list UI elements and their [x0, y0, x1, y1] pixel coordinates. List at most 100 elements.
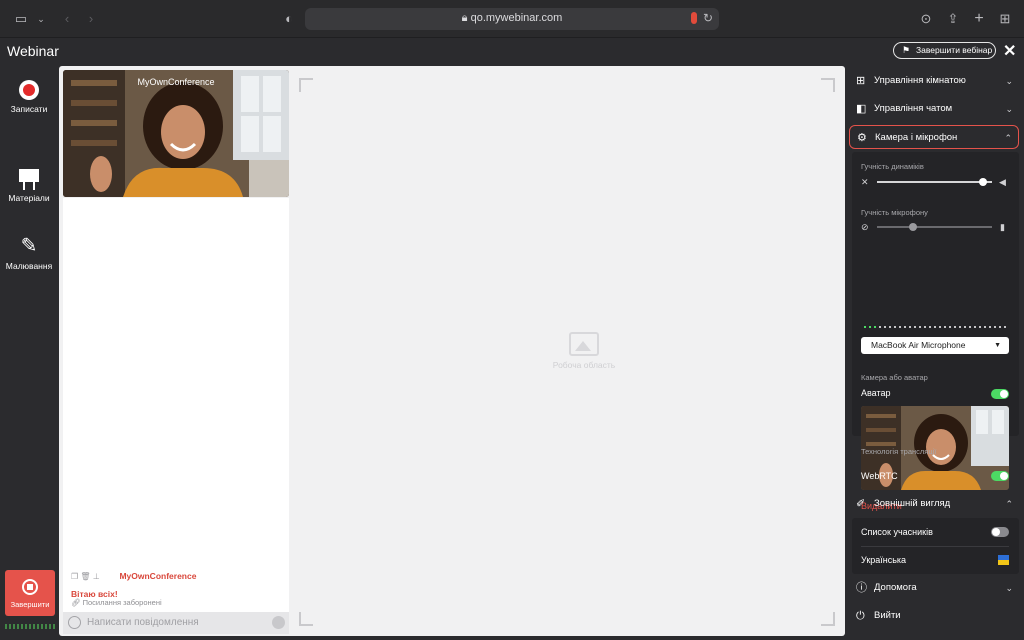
- help-icon: ⓘ: [856, 582, 867, 594]
- new-tab-icon[interactable]: +: [970, 10, 988, 28]
- video-frame-image: [63, 70, 289, 197]
- finish-flag-icon: ⚑: [902, 45, 911, 55]
- emoji-icon[interactable]: [68, 616, 81, 629]
- end-webinar-label: Завершити вебінар: [916, 45, 993, 55]
- reload-icon[interactable]: ↻: [703, 11, 713, 25]
- room-management-label: Управління кімнатою: [874, 75, 966, 86]
- corner-top-right: [821, 78, 835, 92]
- corner-top-left: [299, 78, 313, 92]
- finish-label: Завершити: [10, 600, 50, 609]
- chat-icon: ◧: [856, 103, 867, 115]
- drawing-button[interactable]: ✎ Малювання: [0, 234, 58, 271]
- materials-label: Матеріали: [8, 193, 50, 203]
- url-value: qo.mywebinar.com: [470, 12, 563, 24]
- help-label: Допомога: [874, 582, 917, 593]
- exit-label: Вийти: [874, 610, 901, 621]
- trash-icon[interactable]: 🗑︎: [80, 572, 90, 581]
- lock-icon: 🔒︎: [461, 12, 468, 24]
- record-button[interactable]: Записати: [0, 80, 58, 114]
- record-label: Записати: [10, 104, 48, 114]
- chat-message: ❐ 🗑︎ ⊥ MyOwnConference Вітаю всіх!: [71, 566, 285, 599]
- workspace: MyOwnConference ❐ 🗑︎ ⊥ MyOwnConference В…: [59, 66, 845, 636]
- browser-chrome: ▭ ⌄ ‹ › ◐ 🔒︎ qo.mywebinar.com ↻ ⊙ ⇪ + ⊞: [0, 0, 1024, 38]
- mic-icon: ▮: [1000, 222, 1005, 232]
- chevron-up-icon: ⌃: [1005, 499, 1013, 509]
- grid-icon: ⊞: [856, 75, 866, 87]
- divider: [861, 546, 1009, 547]
- links-forbidden-text: Посилання заборонені: [82, 598, 162, 607]
- download-icon[interactable]: ⊙: [917, 10, 935, 28]
- share-icon[interactable]: ⇪: [944, 10, 962, 28]
- slider-handle[interactable]: [978, 178, 987, 186]
- camera-mic-row[interactable]: ⚙ Камера і мікрофон ⌃: [849, 125, 1019, 149]
- slider-handle[interactable]: [909, 223, 918, 231]
- gear-icon: ⚙: [857, 132, 867, 144]
- finish-button[interactable]: Завершити: [5, 570, 55, 616]
- mic-device-select[interactable]: MacBook Air Microphone ▼: [861, 337, 1009, 354]
- language-label[interactable]: Українська: [861, 555, 906, 565]
- mic-volume-label: Гучність мікрофону: [861, 208, 928, 217]
- pen-icon: ✎: [20, 235, 38, 257]
- end-webinar-button[interactable]: ⚑ Завершити вебінар: [893, 42, 996, 59]
- pin-icon[interactable]: ⊥: [93, 572, 100, 581]
- speaker-volume-slider[interactable]: [877, 178, 992, 186]
- chat-input[interactable]: Написати повідомлення: [87, 617, 199, 628]
- appearance-section: Список учасників Українська: [852, 518, 1019, 574]
- close-icon[interactable]: ✕: [1003, 41, 1016, 61]
- chat-management-label: Управління чатом: [874, 103, 953, 114]
- audio-level-meter: [5, 624, 55, 629]
- participant-video[interactable]: MyOwnConference: [63, 70, 289, 197]
- tab-overview-icon[interactable]: ⊞: [996, 10, 1014, 28]
- mic-level-meter: [864, 326, 1009, 328]
- work-area[interactable]: Робоча область: [299, 78, 835, 626]
- forward-icon[interactable]: ›: [82, 10, 100, 28]
- appearance-row[interactable]: ✐ Зовнішній вигляд ⌃: [849, 492, 1019, 516]
- speaker-muted-icon: ✕: [861, 177, 869, 187]
- webrtc-toggle[interactable]: [991, 471, 1009, 481]
- copy-icon[interactable]: ❐: [71, 572, 78, 581]
- drawing-label: Малювання: [5, 261, 53, 271]
- address-bar[interactable]: 🔒︎ qo.mywebinar.com ↻: [305, 8, 719, 30]
- participant-name: MyOwnConference: [137, 77, 215, 87]
- settings-panel: ⊞ Управління кімнатою ⌄ ◧ Управління чат…: [849, 66, 1024, 640]
- easel-icon: [17, 166, 41, 190]
- room-management-row[interactable]: ⊞ Управління кімнатою ⌄: [849, 69, 1019, 93]
- dropdown-arrow-icon: ▼: [994, 342, 1001, 349]
- app-header: Webinar ⚑ Завершити вебінар ✕: [0, 38, 1024, 66]
- exit-row[interactable]: ⏻ Вийти: [849, 604, 1019, 628]
- camera-mic-label: Камера і мікрофон: [875, 132, 958, 143]
- materials-button[interactable]: Матеріали: [0, 166, 58, 203]
- url-text: 🔒︎ qo.mywebinar.com: [305, 12, 719, 25]
- app-title: Webinar: [7, 43, 59, 59]
- chevron-down-icon: ⌄: [1005, 76, 1013, 86]
- mic-muted-icon: ⊘: [861, 222, 869, 232]
- camera-mic-section: Гучність динаміків ✕ ◀︎ Гучність мікрофо…: [852, 152, 1019, 522]
- message-author: MyOwnConference: [119, 571, 197, 581]
- power-icon: ⏻: [856, 610, 865, 622]
- brush-icon: ✐: [856, 498, 866, 510]
- camera-or-avatar-label: Камера або аватар: [861, 373, 928, 382]
- back-icon[interactable]: ‹: [58, 10, 76, 28]
- avatar-toggle[interactable]: [991, 389, 1009, 399]
- mic-recording-icon: [691, 12, 697, 24]
- participants-list-toggle[interactable]: [991, 527, 1009, 537]
- sidebar-toggle-icon[interactable]: ▭: [12, 10, 30, 28]
- chevron-down-icon[interactable]: ⌄: [32, 10, 50, 28]
- shield-icon[interactable]: ◐: [280, 10, 298, 28]
- mic-device-value: MacBook Air Microphone: [871, 340, 966, 350]
- corner-bottom-left: [299, 612, 313, 626]
- corner-bottom-right: [821, 612, 835, 626]
- ukraine-flag-icon[interactable]: [998, 555, 1009, 565]
- record-icon: [19, 80, 39, 100]
- left-toolbar: Записати Матеріали ✎ Малювання Завершити: [0, 66, 58, 640]
- participants-list-label: Список учасників: [861, 527, 933, 537]
- send-icon[interactable]: [272, 616, 285, 629]
- chat-management-row[interactable]: ◧ Управління чатом ⌄: [849, 97, 1019, 121]
- tech-label: Технологія трансляції: [861, 447, 937, 456]
- mic-volume-slider[interactable]: [877, 223, 992, 231]
- chevron-down-icon: ⌄: [1005, 104, 1013, 114]
- help-row[interactable]: ⓘ Допомога ⌄: [849, 576, 1019, 600]
- chat-composer[interactable]: Написати повідомлення: [63, 612, 289, 634]
- webrtc-label: WebRTC: [861, 471, 898, 481]
- message-tools: ❐ 🗑︎ ⊥: [71, 572, 115, 581]
